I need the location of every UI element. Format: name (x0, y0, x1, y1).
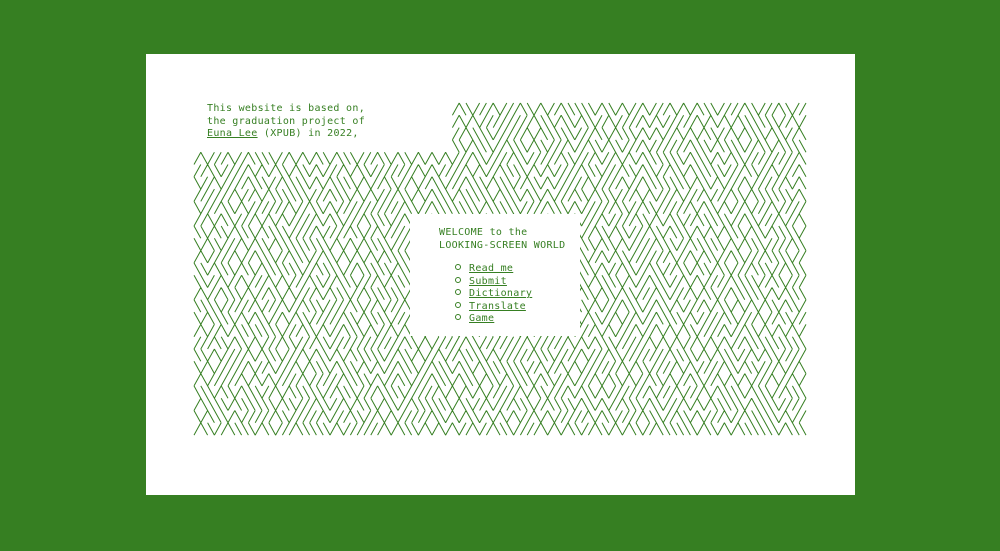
bullet-icon (455, 301, 461, 308)
welcome-heading: WELCOME to the LOOKING-SCREEN WORLD (439, 227, 565, 252)
menu-link-read-me[interactable]: Read me (469, 263, 513, 274)
welcome-line-2: LOOKING-SCREEN WORLD (439, 239, 566, 251)
menu-link-dictionary[interactable]: Dictionary (469, 288, 532, 299)
project-year: in 2022, (308, 128, 359, 139)
menu-link-submit[interactable]: Submit (469, 276, 507, 287)
page-frame: This website is based on, the graduation… (146, 54, 855, 495)
menu-link-translate[interactable]: Translate (469, 301, 526, 312)
bullet-icon (455, 314, 461, 320)
menu-item-read-me: Read me (455, 263, 532, 276)
menu-item-translate: Translate (455, 301, 532, 314)
menu-item-submit: Submit (455, 276, 532, 289)
bullet-icon (455, 264, 461, 270)
bullet-icon (455, 276, 461, 283)
credit-line-3: Euna Lee (XPUB) in 2022, (207, 128, 377, 141)
author-link[interactable]: Euna Lee (207, 128, 258, 139)
menu-link-game[interactable]: Game (469, 313, 494, 324)
author-affiliation: (XPUB) (263, 128, 302, 139)
welcome-line-1: WELCOME to the (439, 227, 528, 238)
project-credit: This website is based on, the graduation… (207, 103, 377, 141)
bullet-icon (455, 289, 461, 295)
credit-line-1: This website is based on, (207, 103, 366, 114)
welcome-panel: WELCOME to the LOOKING-SCREEN WORLD Read… (410, 214, 580, 336)
menu-item-game: Game (455, 313, 532, 326)
menu-item-dictionary: Dictionary (455, 288, 532, 301)
main-menu: Read me Submit Dictionary Translate Game (455, 263, 532, 326)
credit-line-2: the graduation project of (207, 115, 366, 127)
